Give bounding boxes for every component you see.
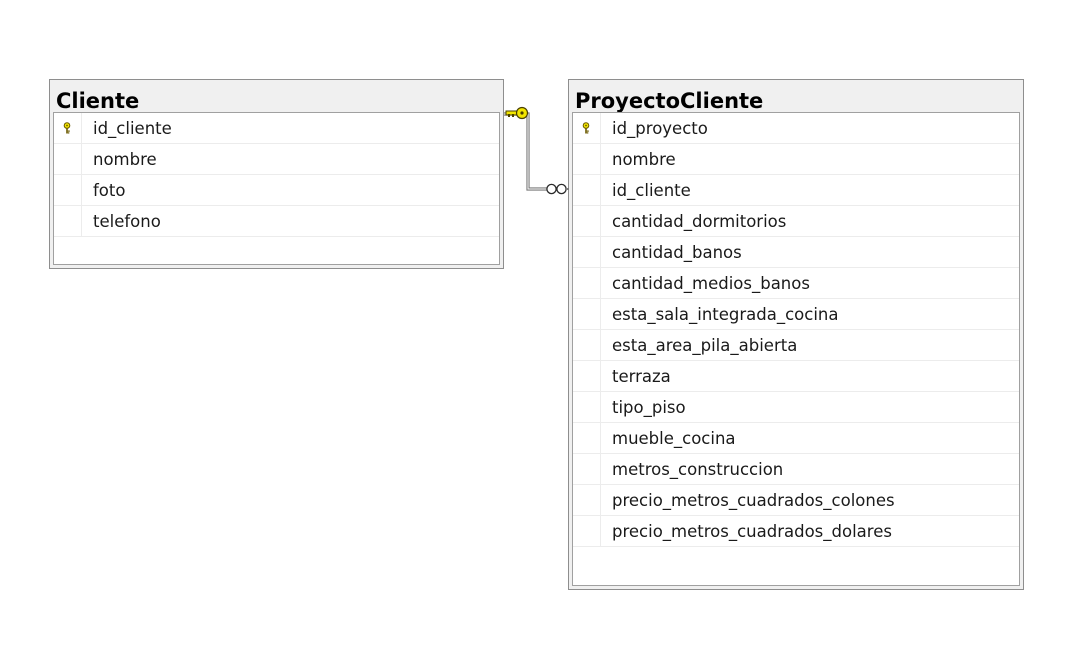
column-row[interactable]: cantidad_dormitorios bbox=[573, 206, 1019, 237]
row-selector bbox=[573, 361, 601, 391]
column-name: id_cliente bbox=[93, 119, 172, 138]
column-name: foto bbox=[93, 181, 126, 200]
column-list: id_proyecto nombre id_cliente cantidad_d… bbox=[572, 112, 1020, 586]
diagram-canvas: Cliente id_cliente nombre foto telefono … bbox=[0, 0, 1075, 671]
row-selector bbox=[573, 268, 601, 298]
column-name: nombre bbox=[612, 150, 676, 169]
row-selector bbox=[54, 113, 82, 143]
column-list: id_cliente nombre foto telefono bbox=[53, 112, 500, 265]
column-name: id_cliente bbox=[612, 181, 691, 200]
column-name: nombre bbox=[93, 150, 157, 169]
column-row[interactable]: precio_metros_cuadrados_colones bbox=[573, 485, 1019, 516]
column-name: esta_area_pila_abierta bbox=[612, 336, 798, 355]
column-row[interactable]: terraza bbox=[573, 361, 1019, 392]
table-proyectocliente[interactable]: ProyectoCliente id_proyecto nombre id_cl… bbox=[568, 79, 1024, 590]
row-selector bbox=[573, 330, 601, 360]
column-row[interactable]: id_cliente bbox=[573, 175, 1019, 206]
column-row[interactable]: nombre bbox=[573, 144, 1019, 175]
column-row[interactable]: foto bbox=[54, 175, 499, 206]
table-title: Cliente bbox=[56, 89, 140, 113]
row-selector bbox=[573, 175, 601, 205]
table-title: ProyectoCliente bbox=[575, 89, 764, 113]
table-cliente[interactable]: Cliente id_cliente nombre foto telefono bbox=[49, 79, 504, 269]
row-selector bbox=[573, 299, 601, 329]
row-selector bbox=[573, 516, 601, 546]
primary-key-icon bbox=[63, 122, 71, 134]
column-row[interactable]: nombre bbox=[54, 144, 499, 175]
column-row[interactable]: cantidad_medios_banos bbox=[573, 268, 1019, 299]
row-selector bbox=[573, 454, 601, 484]
row-selector bbox=[573, 144, 601, 174]
column-row[interactable]: id_cliente bbox=[54, 113, 499, 144]
column-name: id_proyecto bbox=[612, 119, 708, 138]
column-row[interactable]: esta_area_pila_abierta bbox=[573, 330, 1019, 361]
row-selector bbox=[54, 206, 82, 236]
column-name: cantidad_dormitorios bbox=[612, 212, 787, 231]
column-row[interactable]: metros_construccion bbox=[573, 454, 1019, 485]
row-selector bbox=[54, 144, 82, 174]
column-name: telefono bbox=[93, 212, 161, 231]
column-row[interactable]: telefono bbox=[54, 206, 499, 237]
column-name: cantidad_banos bbox=[612, 243, 742, 262]
infinity-icon bbox=[546, 183, 569, 195]
row-selector bbox=[573, 485, 601, 515]
column-row[interactable]: esta_sala_integrada_cocina bbox=[573, 299, 1019, 330]
row-selector bbox=[54, 175, 82, 205]
column-name: terraza bbox=[612, 367, 671, 386]
row-selector bbox=[573, 392, 601, 422]
column-name: precio_metros_cuadrados_colones bbox=[612, 491, 895, 510]
column-row[interactable]: precio_metros_cuadrados_dolares bbox=[573, 516, 1019, 547]
column-row[interactable]: mueble_cocina bbox=[573, 423, 1019, 454]
row-selector bbox=[573, 237, 601, 267]
column-name: tipo_piso bbox=[612, 398, 686, 417]
row-selector bbox=[573, 206, 601, 236]
column-row[interactable]: id_proyecto bbox=[573, 113, 1019, 144]
column-name: cantidad_medios_banos bbox=[612, 274, 810, 293]
column-name: precio_metros_cuadrados_dolares bbox=[612, 522, 892, 541]
column-name: esta_sala_integrada_cocina bbox=[612, 305, 839, 324]
relationship-line[interactable] bbox=[504, 112, 547, 191]
row-selector bbox=[573, 423, 601, 453]
primary-key-icon bbox=[582, 122, 590, 134]
column-name: metros_construccion bbox=[612, 460, 784, 479]
column-row[interactable]: tipo_piso bbox=[573, 392, 1019, 423]
key-icon bbox=[505, 106, 529, 120]
row-selector bbox=[573, 113, 601, 143]
column-name: mueble_cocina bbox=[612, 429, 736, 448]
column-row[interactable]: cantidad_banos bbox=[573, 237, 1019, 268]
